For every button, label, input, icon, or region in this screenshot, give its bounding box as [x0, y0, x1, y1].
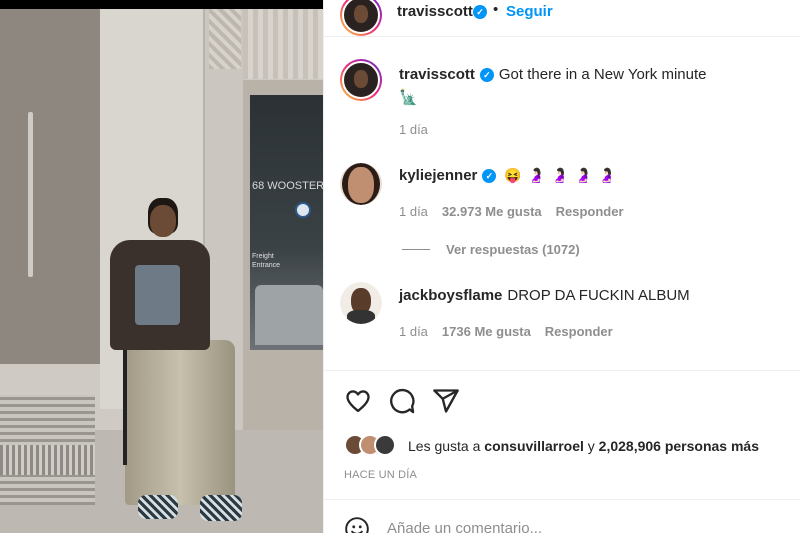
image-car-reflection	[255, 285, 323, 345]
comment-likes[interactable]: 32.973 Me gusta	[442, 204, 542, 219]
verified-badge-icon: ✓	[482, 169, 497, 183]
likes-others[interactable]: 2,028,906 personas más	[599, 438, 759, 454]
emoji-icon[interactable]	[344, 516, 370, 533]
image-grate	[0, 445, 95, 475]
post-actions: Les gusta a consuvillarroel y 2,028,906 …	[324, 370, 800, 533]
comment-text: kyliejenner ✓ 😝 🤰🏻 🤰🏻 🤰🏻 🤰🏻	[399, 167, 622, 184]
view-replies-label: Ver respuestas (1072)	[446, 242, 580, 257]
image-top-border	[0, 0, 323, 9]
commenter-avatar[interactable]	[340, 163, 382, 205]
image-door-handle	[28, 112, 33, 277]
image-person-strap	[123, 340, 127, 465]
commenter-avatar-face	[348, 167, 374, 203]
post-timestamp[interactable]: HACE UN DÍA	[344, 469, 417, 481]
commenter-avatar-body	[347, 310, 375, 324]
image-glass-door: 68 WOOSTER ST FreightEntrance	[250, 95, 323, 350]
author-avatar-photo	[342, 0, 380, 34]
comment-time[interactable]: 1 día	[399, 204, 428, 219]
comment-emoji: 🤰🏻	[598, 167, 616, 183]
comment-time[interactable]: 1 día	[399, 324, 428, 339]
comment-body: DROP DA FUCKIN ALBUM	[507, 287, 690, 304]
post-panel: travisscott ✓ • Seguir travisscott ✓ Got t…	[323, 0, 800, 533]
view-replies-button[interactable]: Ver respuestas (1072)	[402, 242, 580, 257]
comment-username[interactable]: kyliejenner	[399, 167, 477, 184]
caption-body: Got there in a New York minute	[498, 66, 707, 83]
verified-badge-icon: ✓	[479, 68, 494, 82]
comment-emoji: 🤰🏻	[551, 167, 569, 183]
comment-item: kyliejenner ✓ 😝 🤰🏻 🤰🏻 🤰🏻 🤰🏻 1 día 32.973 Me gus…	[324, 155, 800, 265]
image-pillar-ornament	[209, 9, 241, 69]
image-person-shirt-graphic	[135, 265, 180, 325]
image-door	[0, 9, 100, 364]
caption-avatar-face	[354, 69, 368, 89]
caption-username[interactable]: travisscott	[399, 66, 475, 83]
image-person-head	[150, 205, 176, 237]
author-username[interactable]: travisscott	[397, 3, 473, 20]
comments-list[interactable]: travisscott ✓ Got there in a New York minu…	[324, 37, 800, 370]
comment-emoji: 😝	[504, 167, 522, 183]
comment-meta: 1 día 32.973 Me gusta Responder	[399, 204, 638, 219]
caption-time[interactable]: 1 día	[399, 122, 428, 137]
author-avatar-face	[354, 4, 368, 24]
likes-text: Les gusta a consuvillarroel y 2,028,906 …	[408, 438, 759, 454]
share-icon[interactable]	[432, 387, 460, 415]
likes-prefix: Les gusta a	[408, 438, 481, 454]
liker-avatar	[374, 434, 396, 456]
image-sign-freight: Freight Entrance	[252, 253, 281, 269]
caption-text: travisscott ✓ Got there in a New York minu…	[399, 66, 707, 83]
image-sign-number: 68 WOOSTER ST	[252, 180, 323, 192]
replies-line	[402, 249, 430, 250]
comment-input[interactable]	[387, 520, 737, 533]
post-header: travisscott ✓ • Seguir	[324, 0, 800, 37]
image-person-legs	[125, 340, 235, 505]
comment-text: jackboysflame DROP DA FUCKIN ALBUM	[399, 287, 690, 304]
comment-emoji: 🤰🏻	[574, 167, 593, 183]
header-separator: •	[493, 1, 499, 18]
post-image[interactable]: 68 WOOSTER ST FreightEntrance	[0, 0, 323, 533]
verified-badge-icon: ✓	[473, 5, 487, 19]
image-sign-circle	[295, 202, 311, 218]
image-person-shoe-right	[200, 495, 242, 521]
reply-button[interactable]: Responder	[556, 204, 624, 219]
image-person-shoe-left	[138, 495, 178, 519]
author-avatar[interactable]	[340, 0, 382, 36]
commenter-avatar[interactable]	[340, 282, 382, 324]
comment-likes[interactable]: 1736 Me gusta	[442, 324, 531, 339]
comment-icon[interactable]	[388, 387, 416, 415]
likes-user[interactable]: consuvillarroel	[484, 438, 584, 454]
caption-avatar[interactable]	[340, 59, 382, 101]
caption-emoji: 🗽	[399, 89, 418, 106]
comment-meta: 1 día 1736 Me gusta Responder	[399, 324, 627, 339]
follow-button[interactable]: Seguir	[506, 3, 553, 20]
reply-button[interactable]: Responder	[545, 324, 613, 339]
comment-username[interactable]: jackboysflame	[399, 287, 502, 304]
likes-connector: y	[587, 438, 595, 454]
caption-meta: 1 día	[399, 122, 442, 137]
comment-emoji: 🤰🏻	[527, 167, 546, 183]
heart-icon[interactable]	[344, 387, 372, 415]
comment-item: jackboysflame DROP DA FUCKIN ALBUM 1 día 1…	[324, 277, 800, 370]
caption-avatar-photo	[342, 61, 380, 99]
add-comment-bar	[324, 499, 800, 533]
image-lintel	[243, 9, 323, 79]
caption-item: travisscott ✓ Got there in a New York minu…	[324, 37, 800, 147]
